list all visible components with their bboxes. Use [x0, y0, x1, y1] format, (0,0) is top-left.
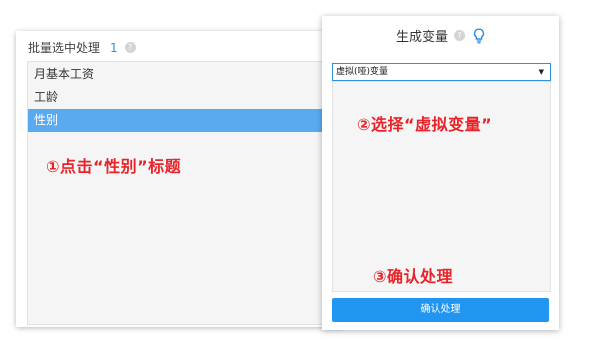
list-item-monthly-salary[interactable]: 月基本工资: [28, 63, 335, 86]
annotation-step-3: ③确认处理: [373, 267, 454, 286]
confirm-process-button[interactable]: 确认处理: [332, 298, 549, 322]
variable-type-value: 虚拟(哑)变量: [336, 67, 389, 77]
generate-variable-header: 生成变量 ?: [322, 26, 559, 45]
batch-panel-header: 批量选中处理 1 ?: [28, 39, 136, 56]
batch-process-panel: 批量选中处理 1 ? 月基本工资 工龄 性别 ①点击“性别”标题: [16, 31, 343, 327]
generate-variable-panel: 生成变量 ? 虚拟(哑)变量 ▼ ②选择“虚拟变量” ③确认处理 确认处理: [322, 16, 559, 330]
list-item-gender[interactable]: 性别: [28, 109, 335, 132]
list-item-seniority[interactable]: 工龄: [28, 86, 335, 109]
annotation-step-2: ②选择“虚拟变量”: [357, 115, 493, 134]
chevron-down-icon: ▼: [538, 68, 544, 76]
screen: 批量选中处理 1 ? 月基本工资 工龄 性别 ①点击“性别”标题 生成变量 ? …: [0, 0, 592, 342]
variable-type-select[interactable]: 虚拟(哑)变量 ▼: [332, 63, 551, 81]
lightbulb-icon[interactable]: [473, 27, 485, 44]
help-icon[interactable]: ?: [454, 30, 465, 41]
help-icon[interactable]: ?: [124, 42, 136, 53]
variable-list: 月基本工资 工龄 性别: [27, 61, 336, 325]
selected-count: 1: [110, 40, 118, 55]
variable-options-area: ②选择“虚拟变量” ③确认处理: [332, 81, 551, 292]
generate-variable-title: 生成变量: [395, 30, 448, 45]
annotation-step-1: ①点击“性别”标题: [46, 157, 182, 176]
batch-panel-title: 批量选中处理: [28, 41, 101, 55]
